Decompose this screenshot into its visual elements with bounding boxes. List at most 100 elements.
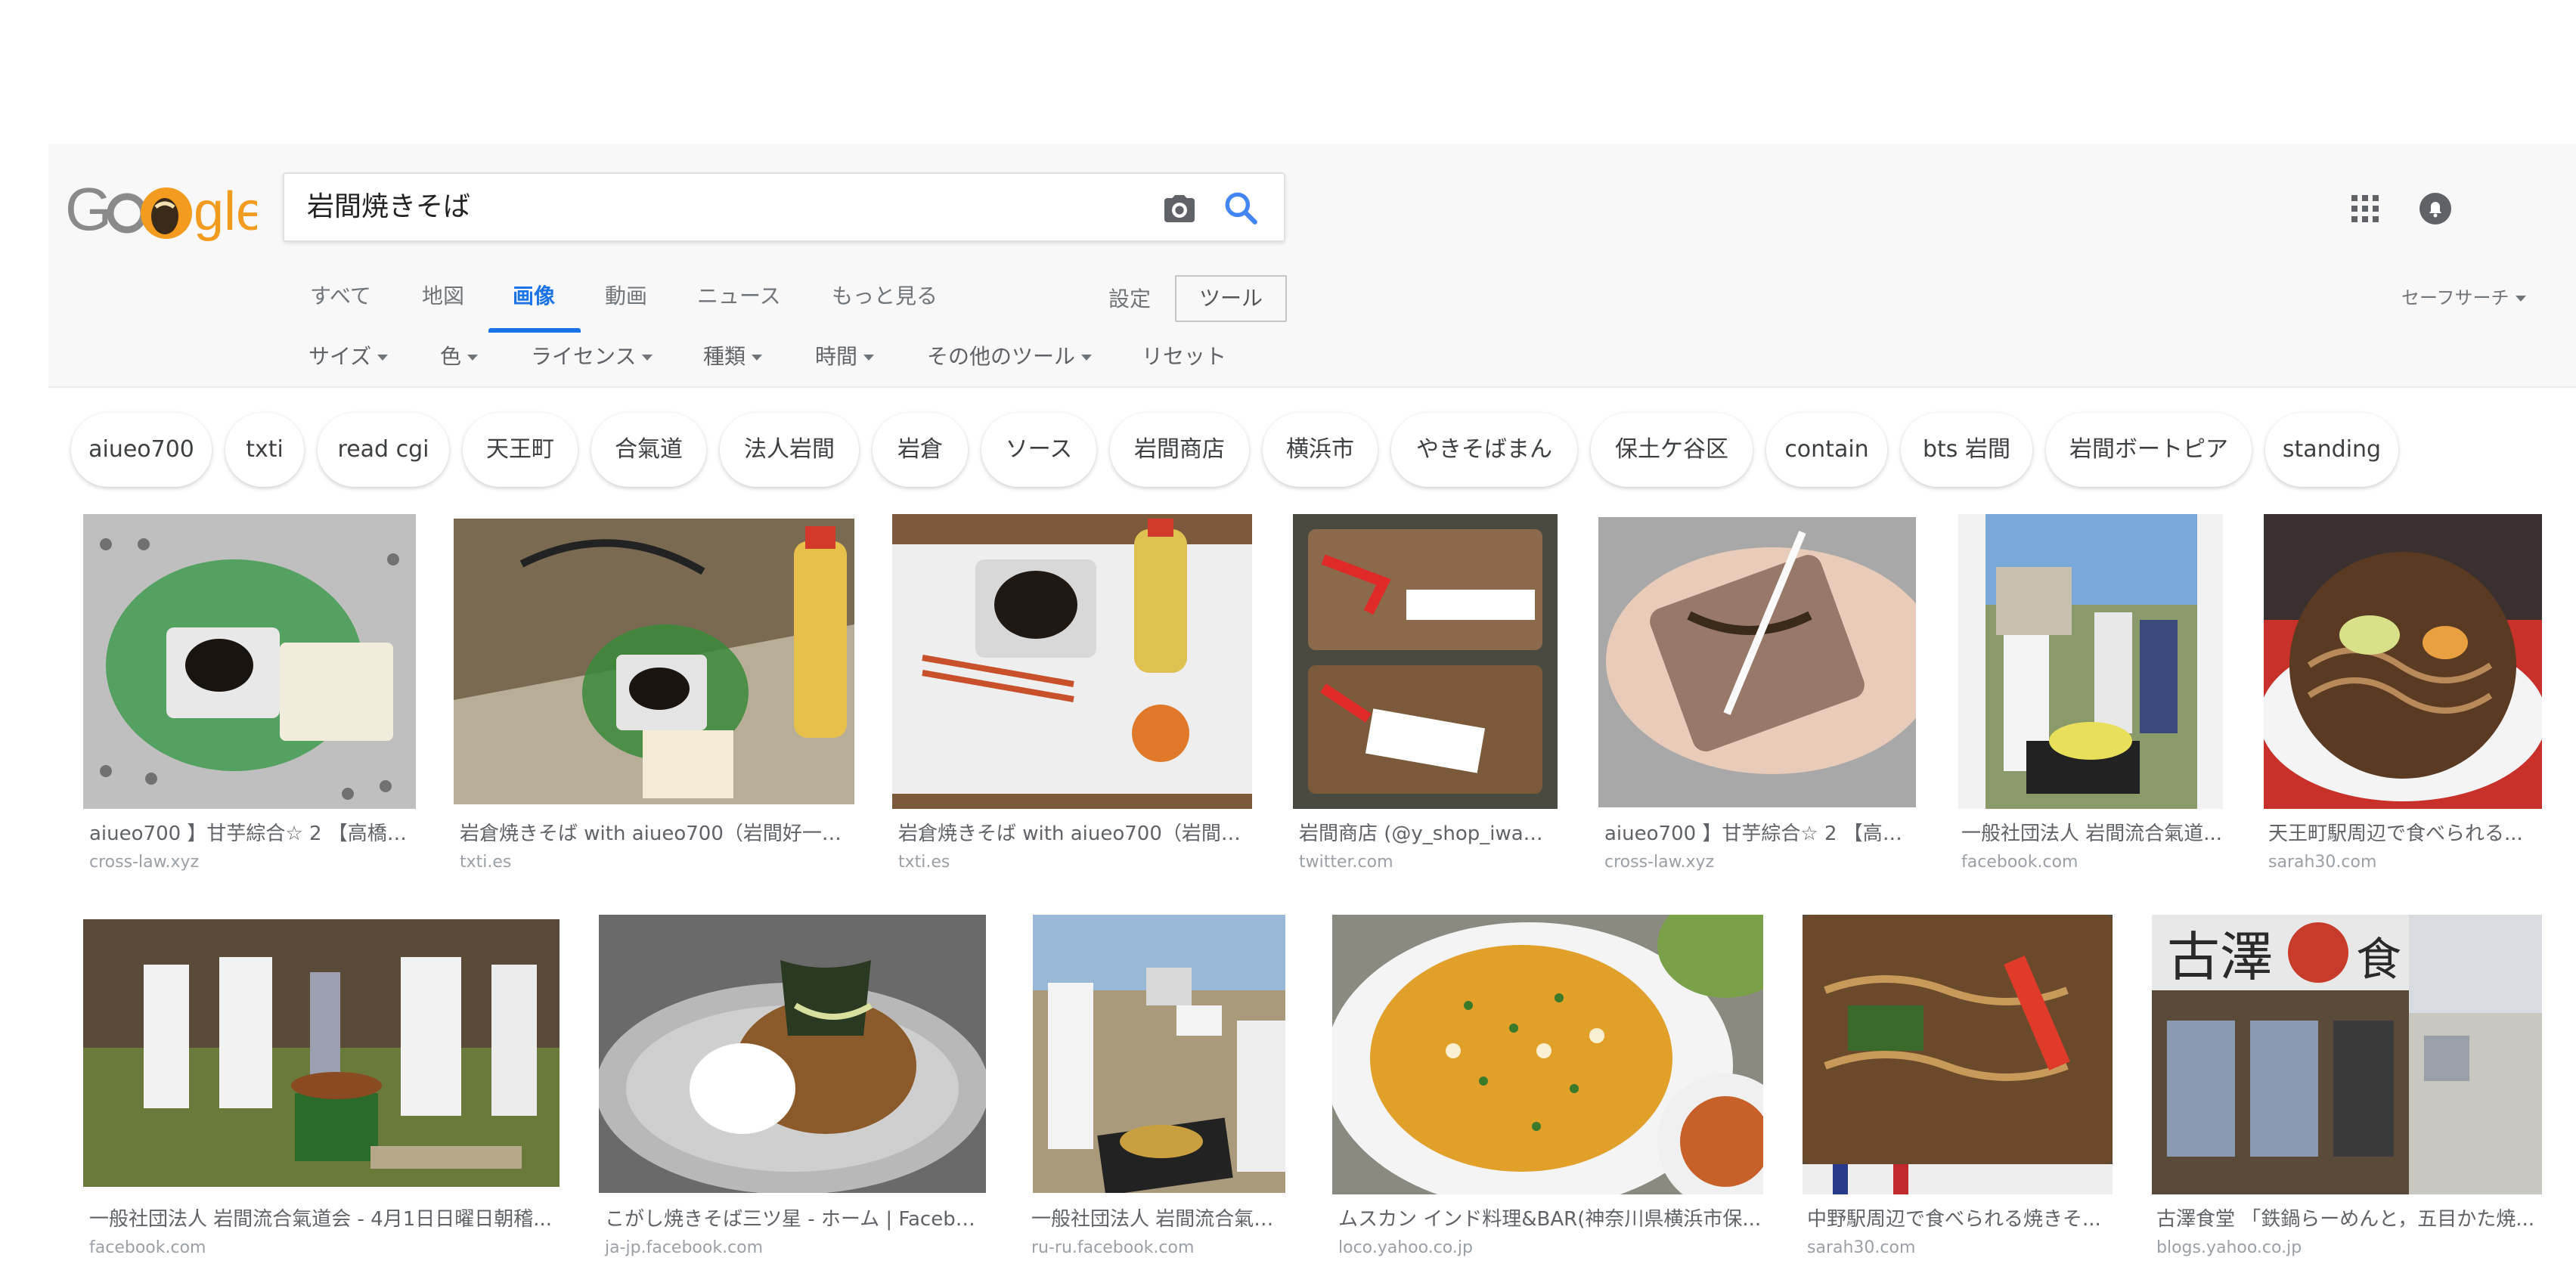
suggestion-chip[interactable]: 岩間ボートピア xyxy=(2046,413,2252,487)
google-images-page: G gle 岩間焼きそば すべて 地図 画像 動画 ニュース もっと見る 設定 … xyxy=(0,0,2576,1267)
chevron-down-icon xyxy=(1081,355,1093,361)
result-source: cross-law.xyz xyxy=(1604,853,1715,872)
result-image-food-tray-bottle[interactable] xyxy=(454,519,854,804)
result-title[interactable]: こがし焼きそば三ツ星 - ホーム | Facebook xyxy=(605,1207,983,1232)
result-title[interactable]: 岩倉焼きそば with aiueo700（岩間好一）... xyxy=(460,821,845,847)
tools-button[interactable]: ツール xyxy=(1175,275,1287,322)
suggestion-chip[interactable]: 天王町 xyxy=(463,413,578,487)
suggestion-chip[interactable]: txti xyxy=(225,413,304,487)
result-image-yakisoba-pack[interactable] xyxy=(1803,915,2113,1194)
filter-more-tools[interactable]: その他のツール xyxy=(927,342,1093,372)
suggestion-chip[interactable]: 岩間商店 xyxy=(1110,413,1249,487)
filter-time-label: 時間 xyxy=(815,344,858,369)
chevron-down-icon xyxy=(2515,296,2526,302)
filter-size[interactable]: サイズ xyxy=(308,342,389,372)
suggestion-chip[interactable]: ソース xyxy=(981,413,1096,487)
suggestion-chip[interactable]: aiueo700 xyxy=(71,413,212,487)
suggestion-chip[interactable]: contain xyxy=(1766,413,1887,487)
filter-time[interactable]: 時間 xyxy=(815,342,875,372)
tab-news[interactable]: ニュース xyxy=(697,281,781,311)
safesearch-label: セーフサーチ xyxy=(2401,287,2509,308)
result-title[interactable]: 岩間商店 (@y_shop_iwam... xyxy=(1299,821,1556,847)
header-divider xyxy=(48,386,2576,388)
chevron-down-icon xyxy=(642,355,653,361)
svg-text:食: 食 xyxy=(2356,934,2401,987)
suggestion-chip[interactable]: bts 岩間 xyxy=(1901,413,2032,487)
result-source: cross-law.xyz xyxy=(89,853,200,872)
result-title[interactable]: 一般社団法人 岩間流合氣道会 - 4月1日日曜日朝稽... xyxy=(89,1207,558,1232)
result-title[interactable]: 一般社団法人 岩間流合氣道... xyxy=(1961,821,2233,847)
tab-more[interactable]: もっと見る xyxy=(832,281,938,311)
search-input[interactable]: 岩間焼きそば xyxy=(307,187,470,227)
filter-more-tools-label: その他のツール xyxy=(927,344,1076,369)
tab-images[interactable]: 画像 xyxy=(513,281,555,311)
search-icon[interactable] xyxy=(1222,189,1260,227)
suggestion-chip[interactable]: 岩倉 xyxy=(873,413,968,487)
result-image-aikido-group[interactable] xyxy=(83,919,560,1187)
chevron-down-icon xyxy=(863,355,875,361)
result-source: sarah30.com xyxy=(2268,853,2377,872)
filter-license[interactable]: ライセンス xyxy=(531,342,653,372)
suggestion-chip[interactable]: 横浜市 xyxy=(1263,413,1378,487)
result-source: sarah30.com xyxy=(1807,1238,1916,1257)
suggestion-chip[interactable]: 合氣道 xyxy=(591,413,706,487)
result-title[interactable]: 古澤食堂 「鉄鍋らーめんと，五目かた焼... xyxy=(2156,1207,2542,1232)
filter-reset[interactable]: リセット xyxy=(1142,342,1226,372)
result-source: txti.es xyxy=(460,853,512,872)
filter-size-label: サイズ xyxy=(308,344,372,369)
filter-reset-label: リセット xyxy=(1142,344,1227,369)
svg-text:古澤: 古澤 xyxy=(2167,926,2273,988)
result-title[interactable]: ムスカン インド料理&BAR(神奈川県横浜市保... xyxy=(1338,1207,1762,1232)
result-image-food-tray-mat[interactable] xyxy=(83,514,416,809)
result-image-biryani[interactable] xyxy=(1332,915,1763,1194)
result-source: ja-jp.facebook.com xyxy=(605,1238,764,1257)
filter-type[interactable]: 種類 xyxy=(703,342,763,372)
result-title[interactable]: aiueo700 】甘芋綜合☆ 2 【高橋嘉... xyxy=(89,821,422,847)
svg-text:gle: gle xyxy=(194,181,257,242)
result-source: loco.yahoo.co.jp xyxy=(1338,1238,1473,1257)
result-source: twitter.com xyxy=(1299,853,1393,872)
search-box[interactable]: 岩間焼きそば xyxy=(283,172,1285,242)
suggestion-chip[interactable]: 保土ケ谷区 xyxy=(1591,413,1753,487)
filter-color[interactable]: 色 xyxy=(440,342,479,372)
filter-license-label: ライセンス xyxy=(531,344,637,369)
tab-maps[interactable]: 地図 xyxy=(422,281,464,311)
apps-grid-icon[interactable] xyxy=(2351,195,2379,222)
camera-icon[interactable] xyxy=(1161,191,1198,227)
result-image-tray-chopsticks[interactable] xyxy=(892,514,1252,809)
tab-all[interactable]: すべて xyxy=(310,281,371,311)
suggestion-chip[interactable]: standing xyxy=(2265,413,2398,487)
result-title[interactable]: 天王町駅周辺で食べられる... xyxy=(2268,821,2540,847)
active-tab-indicator xyxy=(488,328,581,333)
result-image-yakisoba-platter[interactable] xyxy=(599,915,986,1193)
result-image-yakisoba-hand[interactable] xyxy=(1598,517,1916,807)
settings-link[interactable]: 設定 xyxy=(1108,284,1151,314)
result-source: facebook.com xyxy=(89,1238,206,1257)
result-image-yakisoba-packs[interactable] xyxy=(1293,514,1558,809)
suggestion-chip[interactable]: 法人岩間 xyxy=(720,413,859,487)
chevron-down-icon xyxy=(467,355,479,361)
result-image-restaurant-front[interactable]: 古澤 食 xyxy=(2152,915,2542,1194)
result-title[interactable]: 中野駅周辺で食べられる焼きそ... xyxy=(1807,1207,2109,1232)
chevron-down-icon xyxy=(377,355,389,361)
tab-videos[interactable]: 動画 xyxy=(605,281,647,311)
safesearch-dropdown[interactable]: セーフサーチ xyxy=(2401,284,2526,311)
result-source: facebook.com xyxy=(1961,853,2078,872)
filter-type-label: 種類 xyxy=(703,344,746,369)
google-logo[interactable]: G gle xyxy=(65,175,266,245)
result-image-outdoor-cooking[interactable] xyxy=(1958,514,2223,809)
result-source: blogs.yahoo.co.jp xyxy=(2156,1238,2302,1257)
result-source: txti.es xyxy=(898,853,950,872)
result-image-outdoor-grill[interactable] xyxy=(1033,915,1285,1193)
svg-text:G: G xyxy=(65,175,112,243)
notifications-bell-icon[interactable] xyxy=(2419,192,2452,225)
chevron-down-icon xyxy=(752,355,763,361)
result-title[interactable]: 一般社団法人 岩間流合氣道... xyxy=(1031,1207,1288,1232)
result-image-yakisoba-plate[interactable] xyxy=(2264,514,2542,809)
result-title[interactable]: aiueo700 】甘芋綜合☆ 2 【高橋... xyxy=(1604,821,1907,847)
result-source: ru-ru.facebook.com xyxy=(1031,1238,1195,1257)
result-title[interactable]: 岩倉焼きそば with aiueo700（岩間好... xyxy=(898,821,1246,847)
suggestion-chip[interactable]: やきそばまん xyxy=(1391,413,1577,487)
filter-color-label: 色 xyxy=(440,344,462,369)
suggestion-chip[interactable]: read cgi xyxy=(318,413,449,487)
